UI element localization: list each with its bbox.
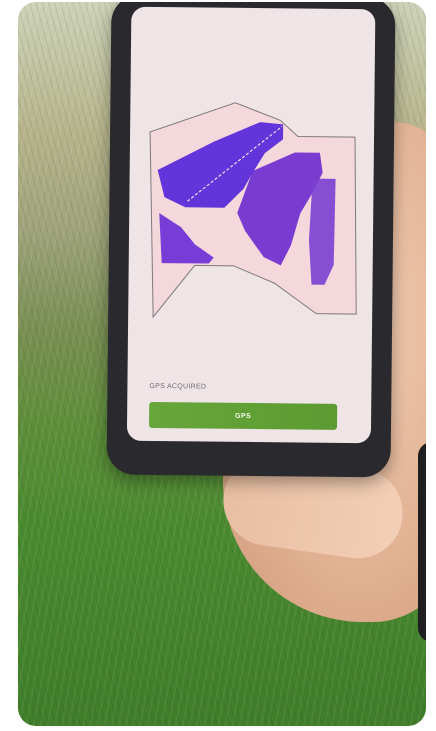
phone-screen: GPS ACQUIRED GPS (126, 6, 376, 444)
sleeve (418, 442, 426, 642)
field-map-graphic (149, 102, 357, 319)
field-map[interactable] (128, 7, 376, 380)
coverage-zone-4 (308, 178, 336, 285)
gps-button-label: GPS (234, 412, 252, 420)
phone-device: GPS ACQUIRED GPS (106, 2, 396, 478)
gps-status-text: GPS ACQUIRED (149, 382, 207, 391)
photo-background: GPS ACQUIRED GPS (18, 2, 426, 726)
gps-button[interactable]: GPS (148, 401, 338, 430)
